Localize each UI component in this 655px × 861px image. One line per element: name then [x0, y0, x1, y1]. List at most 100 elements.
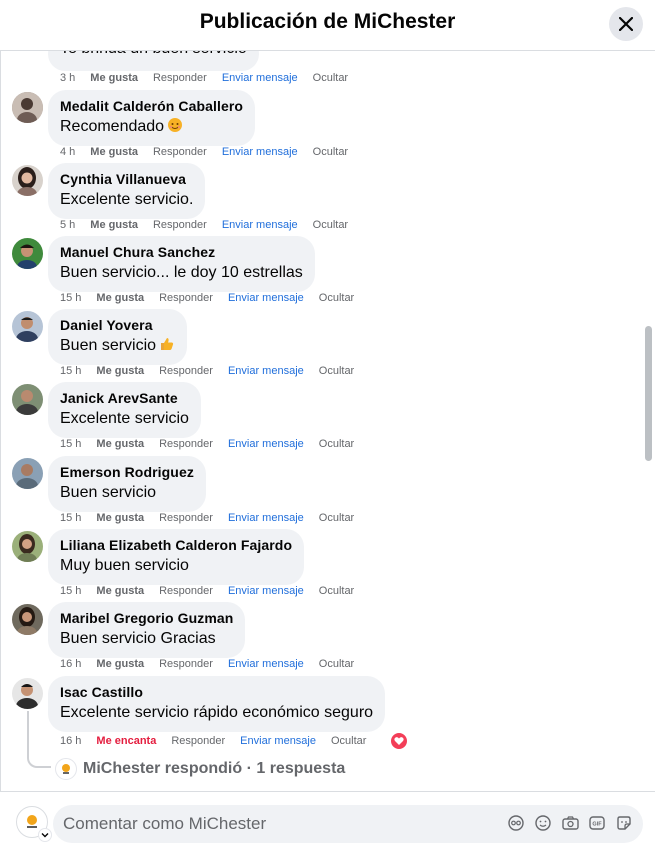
comment-actions: 15 h Me gusta Responder Enviar mensaje O… [60, 438, 369, 450]
send-message-button[interactable]: Enviar mensaje [228, 512, 304, 524]
comment-bubble: Cynthia Villanueva Excelente servicio. [48, 163, 206, 219]
comment-actions: 15 h Me gusta Responder Enviar mensaje O… [60, 512, 369, 524]
like-button[interactable]: Me gusta [96, 512, 144, 524]
comment-actions: 3 h Me gusta Responder Enviar mensaje Oc… [60, 72, 363, 84]
hide-button[interactable]: Ocultar [319, 365, 354, 377]
avatar[interactable] [12, 458, 43, 489]
send-message-button[interactable]: Enviar mensaje [228, 658, 304, 670]
comment-time[interactable]: 15 h [60, 365, 81, 377]
avatar[interactable] [12, 238, 43, 269]
avatar[interactable] [12, 165, 43, 196]
like-button[interactable]: Me gusta [96, 438, 144, 450]
send-message-button[interactable]: Enviar mensaje [222, 146, 298, 158]
composer-tools: GIF [507, 814, 633, 832]
comment-time[interactable]: 4 h [60, 146, 75, 158]
avatar[interactable] [12, 678, 43, 709]
send-message-button[interactable]: Enviar mensaje [228, 365, 304, 377]
comment-time[interactable]: 3 h [60, 72, 75, 84]
comment-author[interactable]: Maribel Gregorio Guzman [60, 610, 233, 627]
thread-connector [27, 756, 51, 768]
hide-button[interactable]: Ocultar [313, 72, 348, 84]
comment-author[interactable]: Manuel Chura Sanchez [60, 244, 303, 261]
avatar[interactable] [12, 92, 43, 123]
hide-button[interactable]: Ocultar [319, 292, 354, 304]
comment-time[interactable]: 5 h [60, 219, 75, 231]
comment-bubble: Emerson Rodriguez Buen servicio [48, 456, 206, 512]
send-message-button[interactable]: Enviar mensaje [228, 292, 304, 304]
heart-reaction-icon[interactable] [390, 732, 408, 750]
avatar[interactable] [12, 531, 43, 562]
comment-actions: 15 h Me gusta Responder Enviar mensaje O… [60, 292, 369, 304]
reply-button[interactable]: Responder [159, 585, 213, 597]
hide-button[interactable]: Ocultar [313, 219, 348, 231]
comment-time[interactable]: 15 h [60, 438, 81, 450]
chevron-down-icon[interactable] [38, 828, 52, 842]
comment-time[interactable]: 16 h [60, 658, 81, 670]
reply-button[interactable]: Responder [153, 219, 207, 231]
reply-button[interactable]: Responder [159, 292, 213, 304]
close-button[interactable] [609, 7, 643, 41]
thumbs-up-emoji [161, 338, 174, 350]
hide-button[interactable]: Ocultar [313, 146, 348, 158]
comment-author[interactable]: Isac Castillo [60, 684, 373, 701]
send-message-button[interactable]: Enviar mensaje [240, 735, 316, 747]
love-button[interactable]: Me encanta [96, 735, 156, 747]
send-message-button[interactable]: Enviar mensaje [228, 585, 304, 597]
comment-bubble: Liliana Elizabeth Calderon Fajardo Muy b… [48, 529, 305, 585]
comment-input[interactable] [53, 805, 493, 843]
gif-icon[interactable]: GIF [588, 814, 606, 832]
dialog-header: Publicación de MiChester [0, 0, 655, 51]
avatar-sticker-icon[interactable] [507, 814, 525, 832]
avatar[interactable] [12, 311, 43, 342]
hide-button[interactable]: Ocultar [319, 512, 354, 524]
like-button[interactable]: Me gusta [96, 658, 144, 670]
avatar[interactable] [12, 384, 43, 415]
like-button[interactable]: Me gusta [96, 365, 144, 377]
comments-list[interactable]: Te brinda un buen servicio 3 h Me gusta … [0, 51, 655, 791]
comment-time[interactable]: 15 h [60, 512, 81, 524]
reply-button[interactable]: Responder [159, 438, 213, 450]
hide-button[interactable]: Ocultar [331, 735, 366, 747]
michester-logo [55, 758, 77, 780]
scrollbar-thumb[interactable] [645, 326, 652, 461]
sticker-icon[interactable] [615, 814, 633, 832]
comment-bubble: Medalit Calderón Caballero Recomendado [48, 90, 256, 146]
camera-icon[interactable] [561, 814, 579, 832]
send-message-button[interactable]: Enviar mensaje [228, 438, 304, 450]
comment-bubble: Janick ArevSante Excelente servicio [48, 382, 201, 438]
reply-button[interactable]: Responder [153, 146, 207, 158]
reply-button[interactable]: Responder [159, 512, 213, 524]
hide-button[interactable]: Ocultar [319, 585, 354, 597]
reply-button[interactable]: Responder [171, 735, 225, 747]
comment-text: Excelente servicio. [60, 191, 194, 208]
reply-button[interactable]: Responder [153, 72, 207, 84]
hide-button[interactable]: Ocultar [319, 438, 354, 450]
comment-author[interactable]: Janick ArevSante [60, 390, 189, 407]
like-button[interactable]: Me gusta [90, 72, 138, 84]
send-message-button[interactable]: Enviar mensaje [222, 219, 298, 231]
comment-time[interactable]: 15 h [60, 585, 81, 597]
comment-actions: 4 h Me gusta Responder Enviar mensaje Oc… [60, 146, 363, 158]
comment-author[interactable]: Liliana Elizabeth Calderon Fajardo [60, 537, 292, 554]
comment-author[interactable]: Cynthia Villanueva [60, 171, 193, 188]
avatar[interactable] [12, 604, 43, 635]
comment-author[interactable]: Emerson Rodriguez [60, 464, 194, 481]
like-button[interactable]: Me gusta [96, 585, 144, 597]
send-message-button[interactable]: Enviar mensaje [222, 72, 298, 84]
comment-time[interactable]: 15 h [60, 292, 81, 304]
hide-button[interactable]: Ocultar [319, 658, 354, 670]
reply-button[interactable]: Responder [159, 365, 213, 377]
page-avatar[interactable] [16, 806, 52, 842]
like-button[interactable]: Me gusta [90, 219, 138, 231]
reply-button[interactable]: Responder [159, 658, 213, 670]
view-replies-link[interactable]: MiChester respondió · 1 respuesta [55, 758, 345, 780]
comment-text: Buen servicio Gracias [60, 630, 216, 647]
like-button[interactable]: Me gusta [96, 292, 144, 304]
comment-bubble: Daniel Yovera Buen servicio [48, 309, 188, 365]
emoji-icon[interactable] [534, 814, 552, 832]
comment-time[interactable]: 16 h [60, 735, 81, 747]
like-button[interactable]: Me gusta [90, 146, 138, 158]
comment-author[interactable]: Medalit Calderón Caballero [60, 98, 243, 115]
comment-author[interactable]: Daniel Yovera [60, 317, 175, 334]
smiling-face-emoji [168, 118, 183, 132]
